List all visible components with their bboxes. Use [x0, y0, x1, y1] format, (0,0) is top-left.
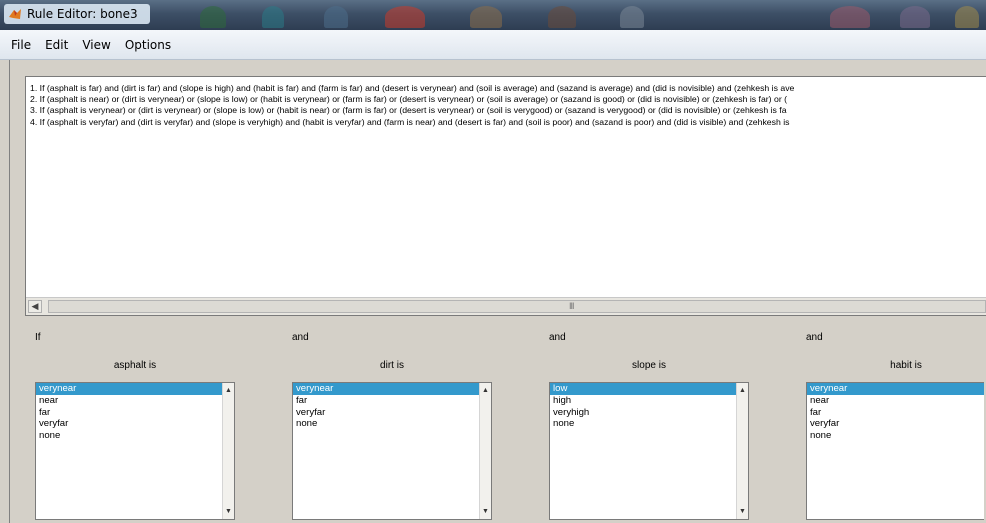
chevron-up-icon[interactable]: ▲ [737, 385, 748, 396]
scrollbar-thumb[interactable]: III [48, 300, 986, 313]
connector-label: and [806, 332, 823, 343]
rule-item[interactable]: 4. If (asphalt is veryfar) and (dirt is … [26, 116, 986, 127]
list-item[interactable]: none [36, 430, 222, 442]
horizontal-scrollbar[interactable]: ◀ III [26, 297, 986, 315]
list-item[interactable]: verynear [293, 383, 479, 395]
window-title-area: Rule Editor: bone3 [4, 4, 150, 24]
vertical-scrollbar[interactable]: ▲ ▼ [736, 383, 748, 519]
variable-column-slope: and slope is low high veryhigh none ▲ ▼ [549, 326, 749, 523]
list-item[interactable]: verynear [36, 383, 222, 395]
title-bar: Rule Editor: bone3 [0, 0, 986, 30]
variable-label: dirt is [380, 360, 404, 371]
list-item[interactable]: verynear [807, 383, 984, 395]
rule-item[interactable]: 2. If (asphalt is near) or (dirt is very… [26, 93, 986, 104]
list-item[interactable]: far [807, 407, 972, 419]
membership-listbox-dirt[interactable]: verynear far veryfar none ▲ ▼ [292, 382, 492, 520]
rules-listbox[interactable]: 1. If (asphalt is far) and (dirt is far)… [25, 76, 986, 316]
list-item[interactable]: veryfar [807, 418, 972, 430]
vertical-scrollbar[interactable]: ▲ ▼ [479, 383, 491, 519]
list-item[interactable]: low [550, 383, 736, 395]
membership-listbox-slope[interactable]: low high veryhigh none ▲ ▼ [549, 382, 749, 520]
variable-column-habit: and habit is verynear near far veryfar n… [806, 326, 986, 523]
chevron-down-icon[interactable]: ▼ [737, 506, 748, 517]
chevron-down-icon[interactable]: ▼ [223, 506, 234, 517]
list-item[interactable]: veryfar [36, 418, 222, 430]
membership-listbox-asphalt[interactable]: verynear near far veryfar none ▲ ▼ [35, 382, 235, 520]
list-item[interactable]: near [807, 395, 972, 407]
connector-label: and [292, 332, 309, 343]
chevron-down-icon[interactable]: ▼ [480, 506, 491, 517]
menu-view[interactable]: View [75, 38, 117, 52]
variable-column-asphalt: If asphalt is verynear near far veryfar … [35, 326, 235, 523]
menu-edit[interactable]: Edit [38, 38, 75, 52]
list-item[interactable]: near [36, 395, 222, 407]
menu-options[interactable]: Options [118, 38, 178, 52]
chevron-up-icon[interactable]: ▲ [480, 385, 491, 396]
list-item[interactable]: far [36, 407, 222, 419]
chevron-up-icon[interactable]: ▲ [223, 385, 234, 396]
rules-list: 1. If (asphalt is far) and (dirt is far)… [26, 77, 986, 297]
list-item[interactable]: veryhigh [550, 407, 736, 419]
connector-label: and [549, 332, 566, 343]
rule-item[interactable]: 3. If (asphalt is verynear) or (dirt is … [26, 104, 986, 115]
variable-label: habit is [890, 360, 922, 371]
menu-file[interactable]: File [4, 38, 38, 52]
variable-label: asphalt is [113, 360, 157, 371]
window-title: Rule Editor: bone3 [27, 7, 138, 21]
vertical-scrollbar[interactable]: ▲ ▼ [222, 383, 234, 519]
variable-label: slope is [632, 360, 666, 371]
list-item[interactable]: far [293, 395, 479, 407]
chevron-left-icon[interactable]: ◀ [28, 300, 42, 313]
variable-column-dirt: and dirt is verynear far veryfar none ▲ … [292, 326, 492, 523]
rule-item[interactable]: 1. If (asphalt is far) and (dirt is far)… [26, 77, 986, 93]
connector-label: If [35, 332, 41, 343]
menu-bar: File Edit View Options [0, 30, 986, 60]
list-item[interactable]: veryfar [293, 407, 479, 419]
membership-listbox-habit[interactable]: verynear near far veryfar none [806, 382, 984, 520]
list-item[interactable]: none [807, 430, 972, 442]
list-item[interactable]: none [293, 418, 479, 430]
list-item[interactable]: none [550, 418, 736, 430]
scrollbar-grip: III [569, 301, 574, 311]
matlab-icon [9, 9, 21, 19]
list-item[interactable]: high [550, 395, 736, 407]
